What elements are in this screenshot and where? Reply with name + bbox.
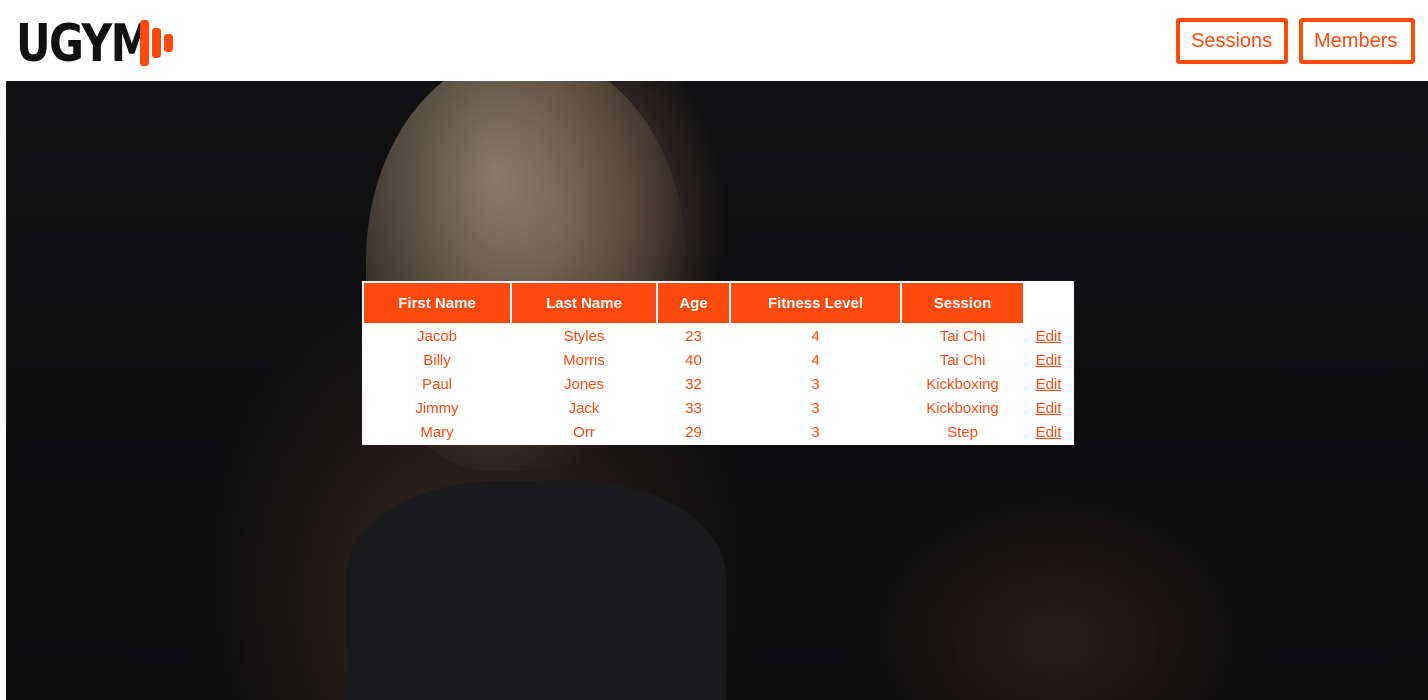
edit-cell: Edit	[1025, 373, 1072, 395]
cell-session: Tai Chi	[939, 327, 986, 345]
edit-cell: Edit	[1025, 325, 1072, 347]
sessions-button[interactable]: Sessions	[1176, 18, 1288, 64]
cell-session: Kickboxing	[926, 399, 999, 417]
cell-last-name: Jones	[563, 375, 605, 393]
edit-link[interactable]: Edit	[1036, 424, 1062, 441]
cell-fitness-level: 3	[811, 375, 820, 393]
members-table: First Name Last Name Age Fitness Level S…	[362, 281, 1074, 445]
edit-cell: Edit	[1025, 349, 1072, 371]
edit-link[interactable]: Edit	[1036, 400, 1062, 417]
nav: Sessions Members	[1176, 18, 1415, 64]
cell-age: 40	[685, 351, 702, 369]
header-fitness-level[interactable]: Fitness Level	[731, 283, 900, 323]
edit-link[interactable]: Edit	[1036, 376, 1062, 393]
hero-figure-body	[346, 481, 726, 700]
cell-fitness-level: 4	[811, 351, 820, 369]
header-session[interactable]: Session	[902, 283, 1023, 323]
header-last-name[interactable]: Last Name	[512, 283, 656, 323]
cell-session: Kickboxing	[926, 375, 999, 393]
cell-age: 33	[685, 399, 702, 417]
edit-cell: Edit	[1025, 421, 1072, 443]
cell-fitness-level: 3	[811, 423, 820, 441]
header-first-name[interactable]: First Name	[364, 283, 510, 323]
cell-age: 32	[685, 375, 702, 393]
members-button[interactable]: Members	[1299, 18, 1415, 64]
cell-age: 23	[685, 327, 702, 345]
table-header-row: First Name Last Name Age Fitness Level S…	[364, 283, 1072, 323]
cell-first-name: Mary	[420, 423, 454, 441]
cell-session: Step	[947, 423, 978, 441]
logo[interactable]: UGYM	[16, 14, 173, 74]
cell-fitness-level: 3	[811, 399, 820, 417]
header-empty	[1025, 283, 1072, 323]
cell-last-name: Styles	[563, 327, 605, 345]
table-row: Billy Morris 40 4 Tai Chi Edit	[364, 349, 1072, 371]
table-row: Mary Orr 29 3 Step Edit	[364, 421, 1072, 443]
cell-last-name: Morris	[563, 351, 605, 369]
header: UGYM Sessions Members	[0, 0, 1428, 81]
edit-cell: Edit	[1025, 397, 1072, 419]
cell-age: 29	[685, 423, 702, 441]
table-row: Jacob Styles 23 4 Tai Chi Edit	[364, 325, 1072, 347]
cell-first-name: Paul	[421, 375, 453, 393]
cell-first-name: Jimmy	[415, 399, 459, 417]
cell-fitness-level: 4	[811, 327, 820, 345]
edit-link[interactable]: Edit	[1036, 352, 1062, 369]
cell-last-name: Orr	[573, 423, 595, 441]
header-age[interactable]: Age	[658, 283, 729, 323]
cell-session: Tai Chi	[939, 351, 986, 369]
cell-first-name: Billy	[423, 351, 451, 369]
edit-link[interactable]: Edit	[1036, 328, 1062, 345]
cell-first-name: Jacob	[416, 327, 458, 345]
table-row: Paul Jones 32 3 Kickboxing Edit	[364, 373, 1072, 395]
logo-text: UGYM	[16, 14, 153, 74]
cell-last-name: Jack	[568, 399, 600, 417]
table-row: Jimmy Jack 33 3 Kickboxing Edit	[364, 397, 1072, 419]
